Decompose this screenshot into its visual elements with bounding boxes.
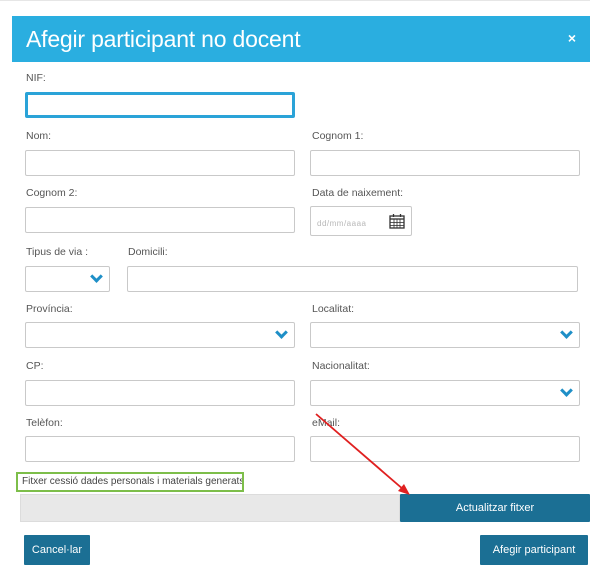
top-divider [0,0,590,10]
nif-input[interactable] [25,92,295,118]
chevron-down-icon [560,384,573,397]
telefon-label: Telèfon: [26,417,63,429]
tipus-via-select[interactable] [25,266,110,292]
nacionalitat-select[interactable] [310,380,580,406]
email-input[interactable] [310,436,580,462]
cancel-button[interactable]: Cancel·lar [24,535,90,565]
date-placeholder: dd/mm/aaaa [317,219,367,228]
data-naixement-label: Data de naixement: [312,187,404,199]
chevron-down-icon [275,326,288,339]
calendar-icon[interactable] [389,213,405,229]
cognom2-input[interactable] [25,207,295,233]
cognom1-label: Cognom 1: [312,130,364,142]
update-file-button[interactable]: Actualitzar fitxer [400,494,590,522]
localitat-label: Localitat: [312,303,355,315]
nom-input[interactable] [25,150,295,176]
nif-label: NIF: [26,72,46,84]
page: Afegir participant no docent × NIF: Nom:… [0,0,590,570]
tipus-via-label: Tipus de via : [26,246,89,258]
dialog-header: Afegir participant no docent × [12,16,590,62]
provincia-select[interactable] [25,322,295,348]
telefon-input[interactable] [25,436,295,462]
provincia-label: Província: [26,303,73,315]
cp-input[interactable] [25,380,295,406]
cognom1-input[interactable] [310,150,580,176]
nom-label: Nom: [26,130,52,142]
file-label: Fitxer cessió dades personals i material… [16,472,244,492]
chevron-down-icon [90,270,103,283]
email-label: eMail: [312,417,341,429]
data-naixement-input[interactable]: dd/mm/aaaa [310,206,412,236]
file-input[interactable] [20,494,400,522]
domicili-label: Domicili: [128,246,168,258]
localitat-select[interactable] [310,322,580,348]
domicili-input[interactable] [127,266,578,292]
close-icon[interactable]: × [568,30,576,46]
nacionalitat-label: Nacionalitat: [312,360,370,372]
cognom2-label: Cognom 2: [26,187,78,199]
add-participant-button[interactable]: Afegir participant [480,535,588,565]
chevron-down-icon [560,326,573,339]
cp-label: CP: [26,360,44,372]
dialog-title: Afegir participant no docent [26,26,301,52]
